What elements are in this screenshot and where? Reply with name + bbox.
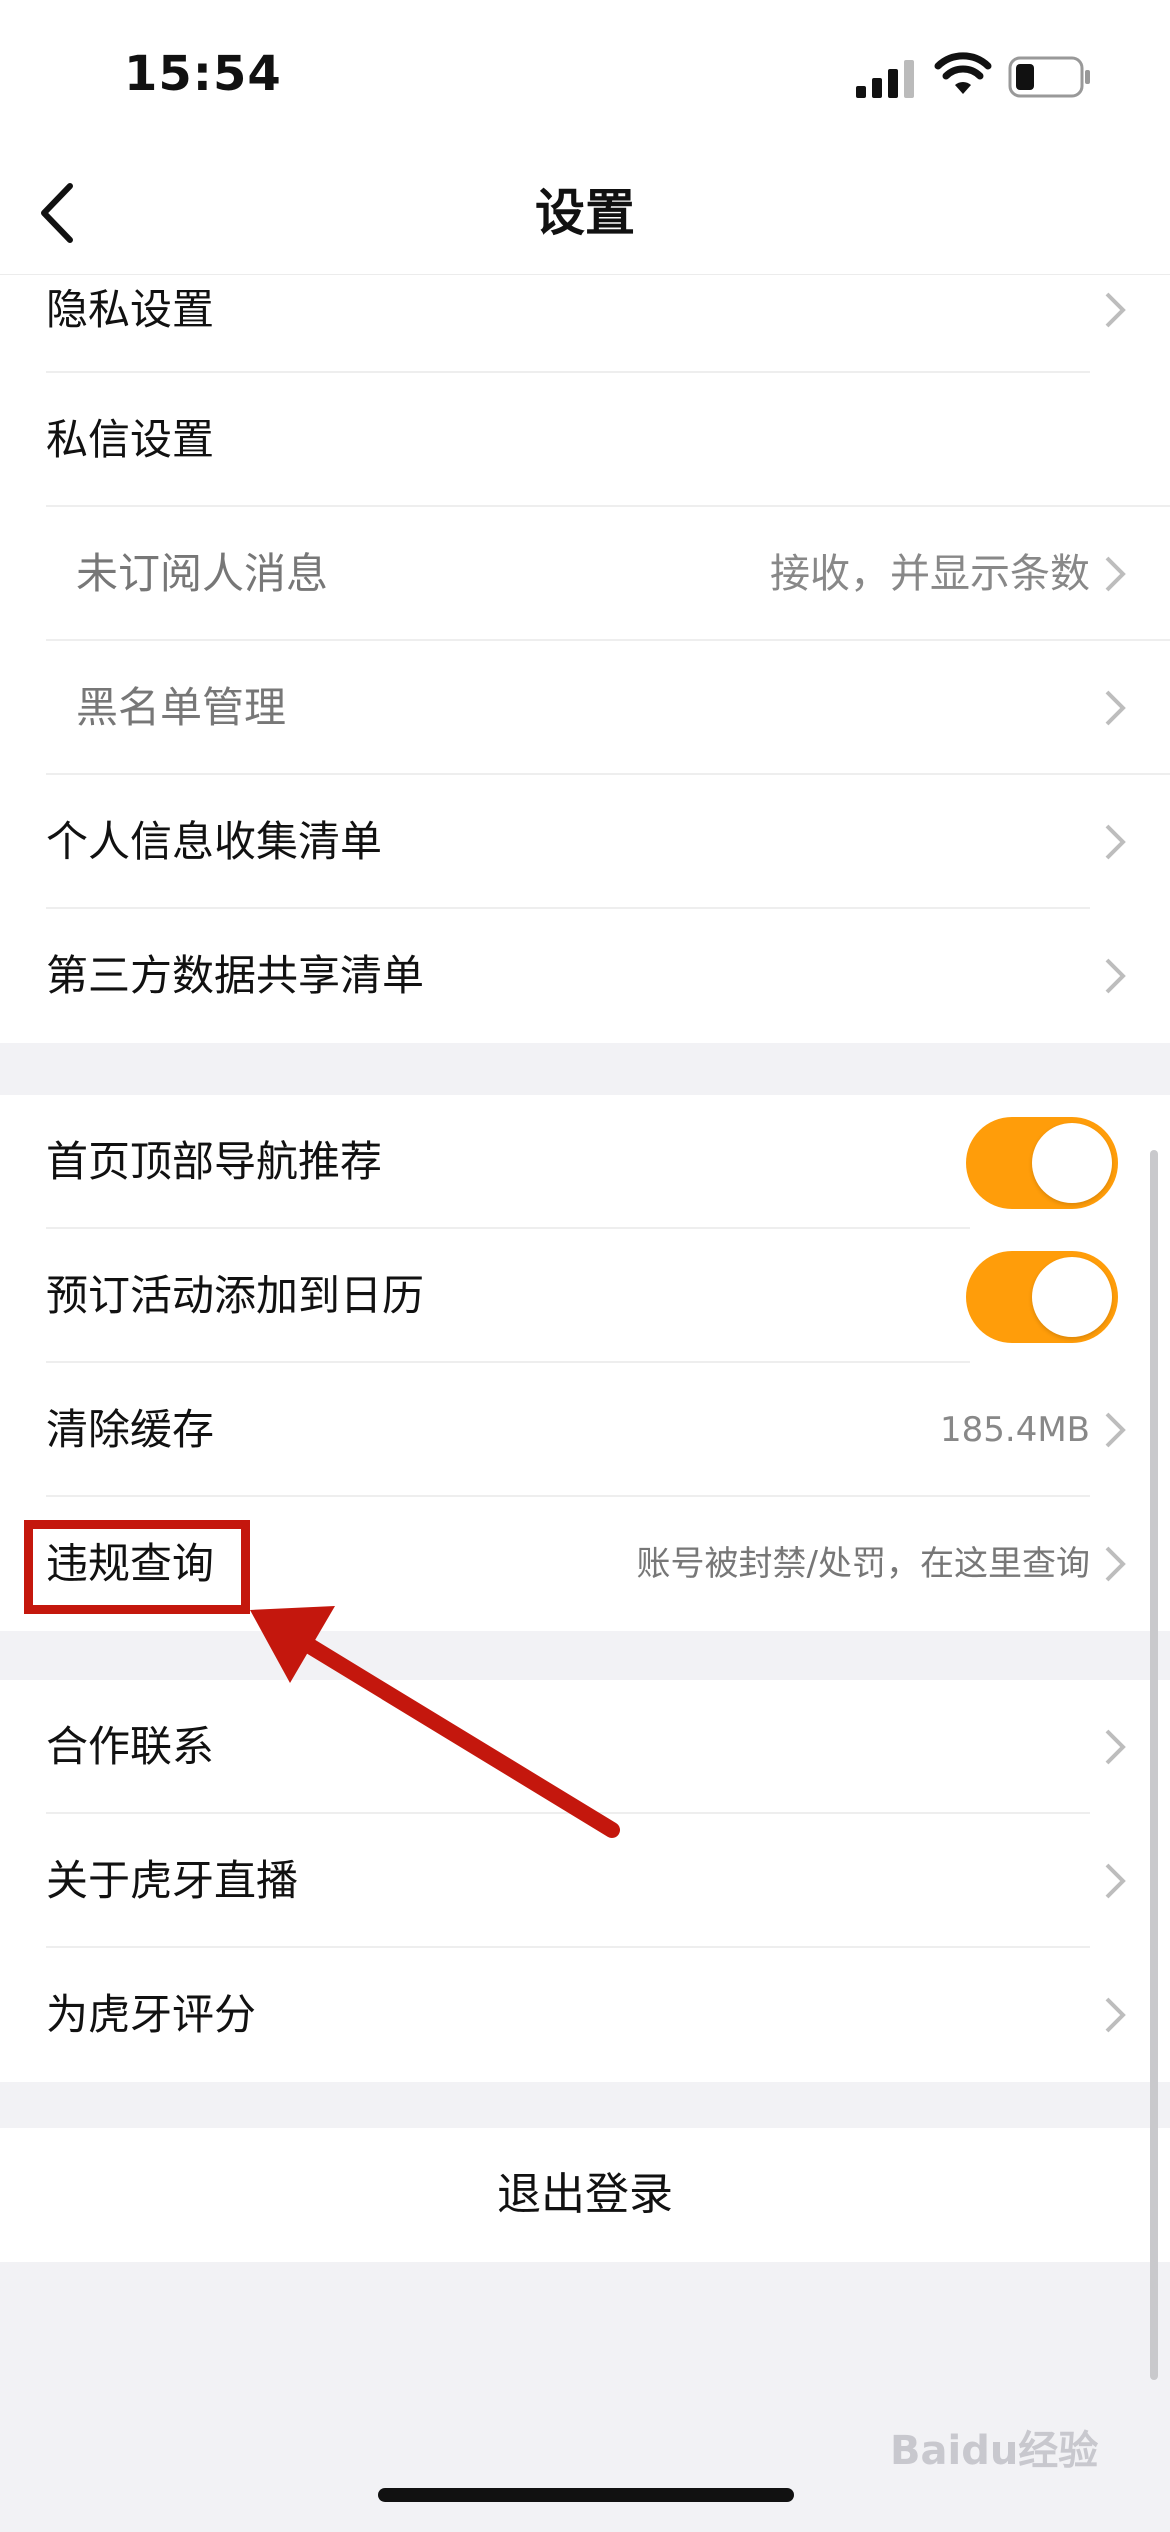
row-label: 隐私设置 — [46, 285, 215, 334]
chevron-right-icon — [1105, 1997, 1126, 2033]
chevron-right-icon — [1105, 1412, 1126, 1448]
chevron-right-icon — [1105, 1729, 1126, 1765]
row-privacy-settings[interactable]: 隐私设置 — [0, 275, 1170, 373]
row-value: 接收，并显示条数 — [770, 551, 1090, 597]
about-group: 合作联系 关于虎牙直播 为虎牙评分 — [0, 1680, 1170, 2082]
row-dm-settings: 私信设置 — [0, 373, 1170, 507]
row-personal-info-list[interactable]: 个人信息收集清单 — [0, 775, 1170, 909]
row-label: 未订阅人消息 — [76, 549, 329, 598]
chevron-right-icon — [1105, 292, 1126, 328]
nav-bar: 设置 — [0, 150, 1170, 275]
toggle-knob — [1032, 1123, 1112, 1203]
row-label: 首页顶部导航推荐 — [46, 1137, 383, 1186]
row-cooperation[interactable]: 合作联系 — [0, 1680, 1170, 1814]
row-label: 预订活动添加到日历 — [46, 1271, 425, 1320]
battery-icon — [1008, 56, 1090, 98]
row-rate[interactable]: 为虎牙评分 — [0, 1948, 1170, 2082]
status-bar: 15:54 — [0, 0, 1170, 150]
home-indicator — [378, 2488, 794, 2502]
row-label: 私信设置 — [46, 415, 215, 464]
chevron-right-icon — [1105, 824, 1126, 860]
chevron-right-icon — [1105, 1546, 1126, 1582]
scrollbar — [1150, 1150, 1158, 2380]
row-label: 为虎牙评分 — [46, 1990, 257, 2039]
chevron-right-icon — [1105, 556, 1126, 592]
privacy-group: 隐私设置 私信设置 未订阅人消息 接收，并显示条数 黑名单管理 个人信息收集清单… — [0, 275, 1170, 1043]
cache-size: 185.4MB — [940, 1410, 1090, 1450]
toggle-knob — [1032, 1257, 1112, 1337]
row-add-to-calendar: 预订活动添加到日历 — [0, 1229, 1170, 1363]
cellular-signal-icon — [856, 60, 914, 98]
row-label: 黑名单管理 — [76, 683, 287, 732]
row-unsubscribed-messages[interactable]: 未订阅人消息 接收，并显示条数 — [0, 507, 1170, 641]
chevron-right-icon — [1105, 690, 1126, 726]
chevron-right-icon — [1105, 1863, 1126, 1899]
wifi-icon — [934, 52, 992, 94]
row-label: 清除缓存 — [46, 1405, 215, 1454]
row-label: 合作联系 — [46, 1722, 215, 1771]
status-time: 15:54 — [124, 46, 282, 102]
row-third-party-sharing[interactable]: 第三方数据共享清单 — [0, 909, 1170, 1043]
row-label: 个人信息收集清单 — [46, 817, 383, 866]
page-title: 设置 — [535, 184, 635, 242]
chevron-right-icon — [1105, 958, 1126, 994]
row-label: 关于虎牙直播 — [46, 1856, 299, 1905]
violation-hint: 账号被封禁/处罚，在这里查询 — [636, 1544, 1090, 1584]
row-home-nav-recommend: 首页顶部导航推荐 — [0, 1095, 1170, 1229]
row-clear-cache[interactable]: 清除缓存 185.4MB — [0, 1363, 1170, 1497]
row-about[interactable]: 关于虎牙直播 — [0, 1814, 1170, 1948]
row-blacklist[interactable]: 黑名单管理 — [0, 641, 1170, 775]
watermark: Baidu经验 — [890, 2428, 1099, 2474]
annotation-highlight-box — [24, 1520, 250, 1614]
calendar-toggle[interactable] — [966, 1251, 1118, 1343]
row-label: 第三方数据共享清单 — [46, 951, 425, 1000]
home-nav-toggle[interactable] — [966, 1117, 1118, 1209]
logout-button[interactable]: 退出登录 — [0, 2128, 1170, 2262]
